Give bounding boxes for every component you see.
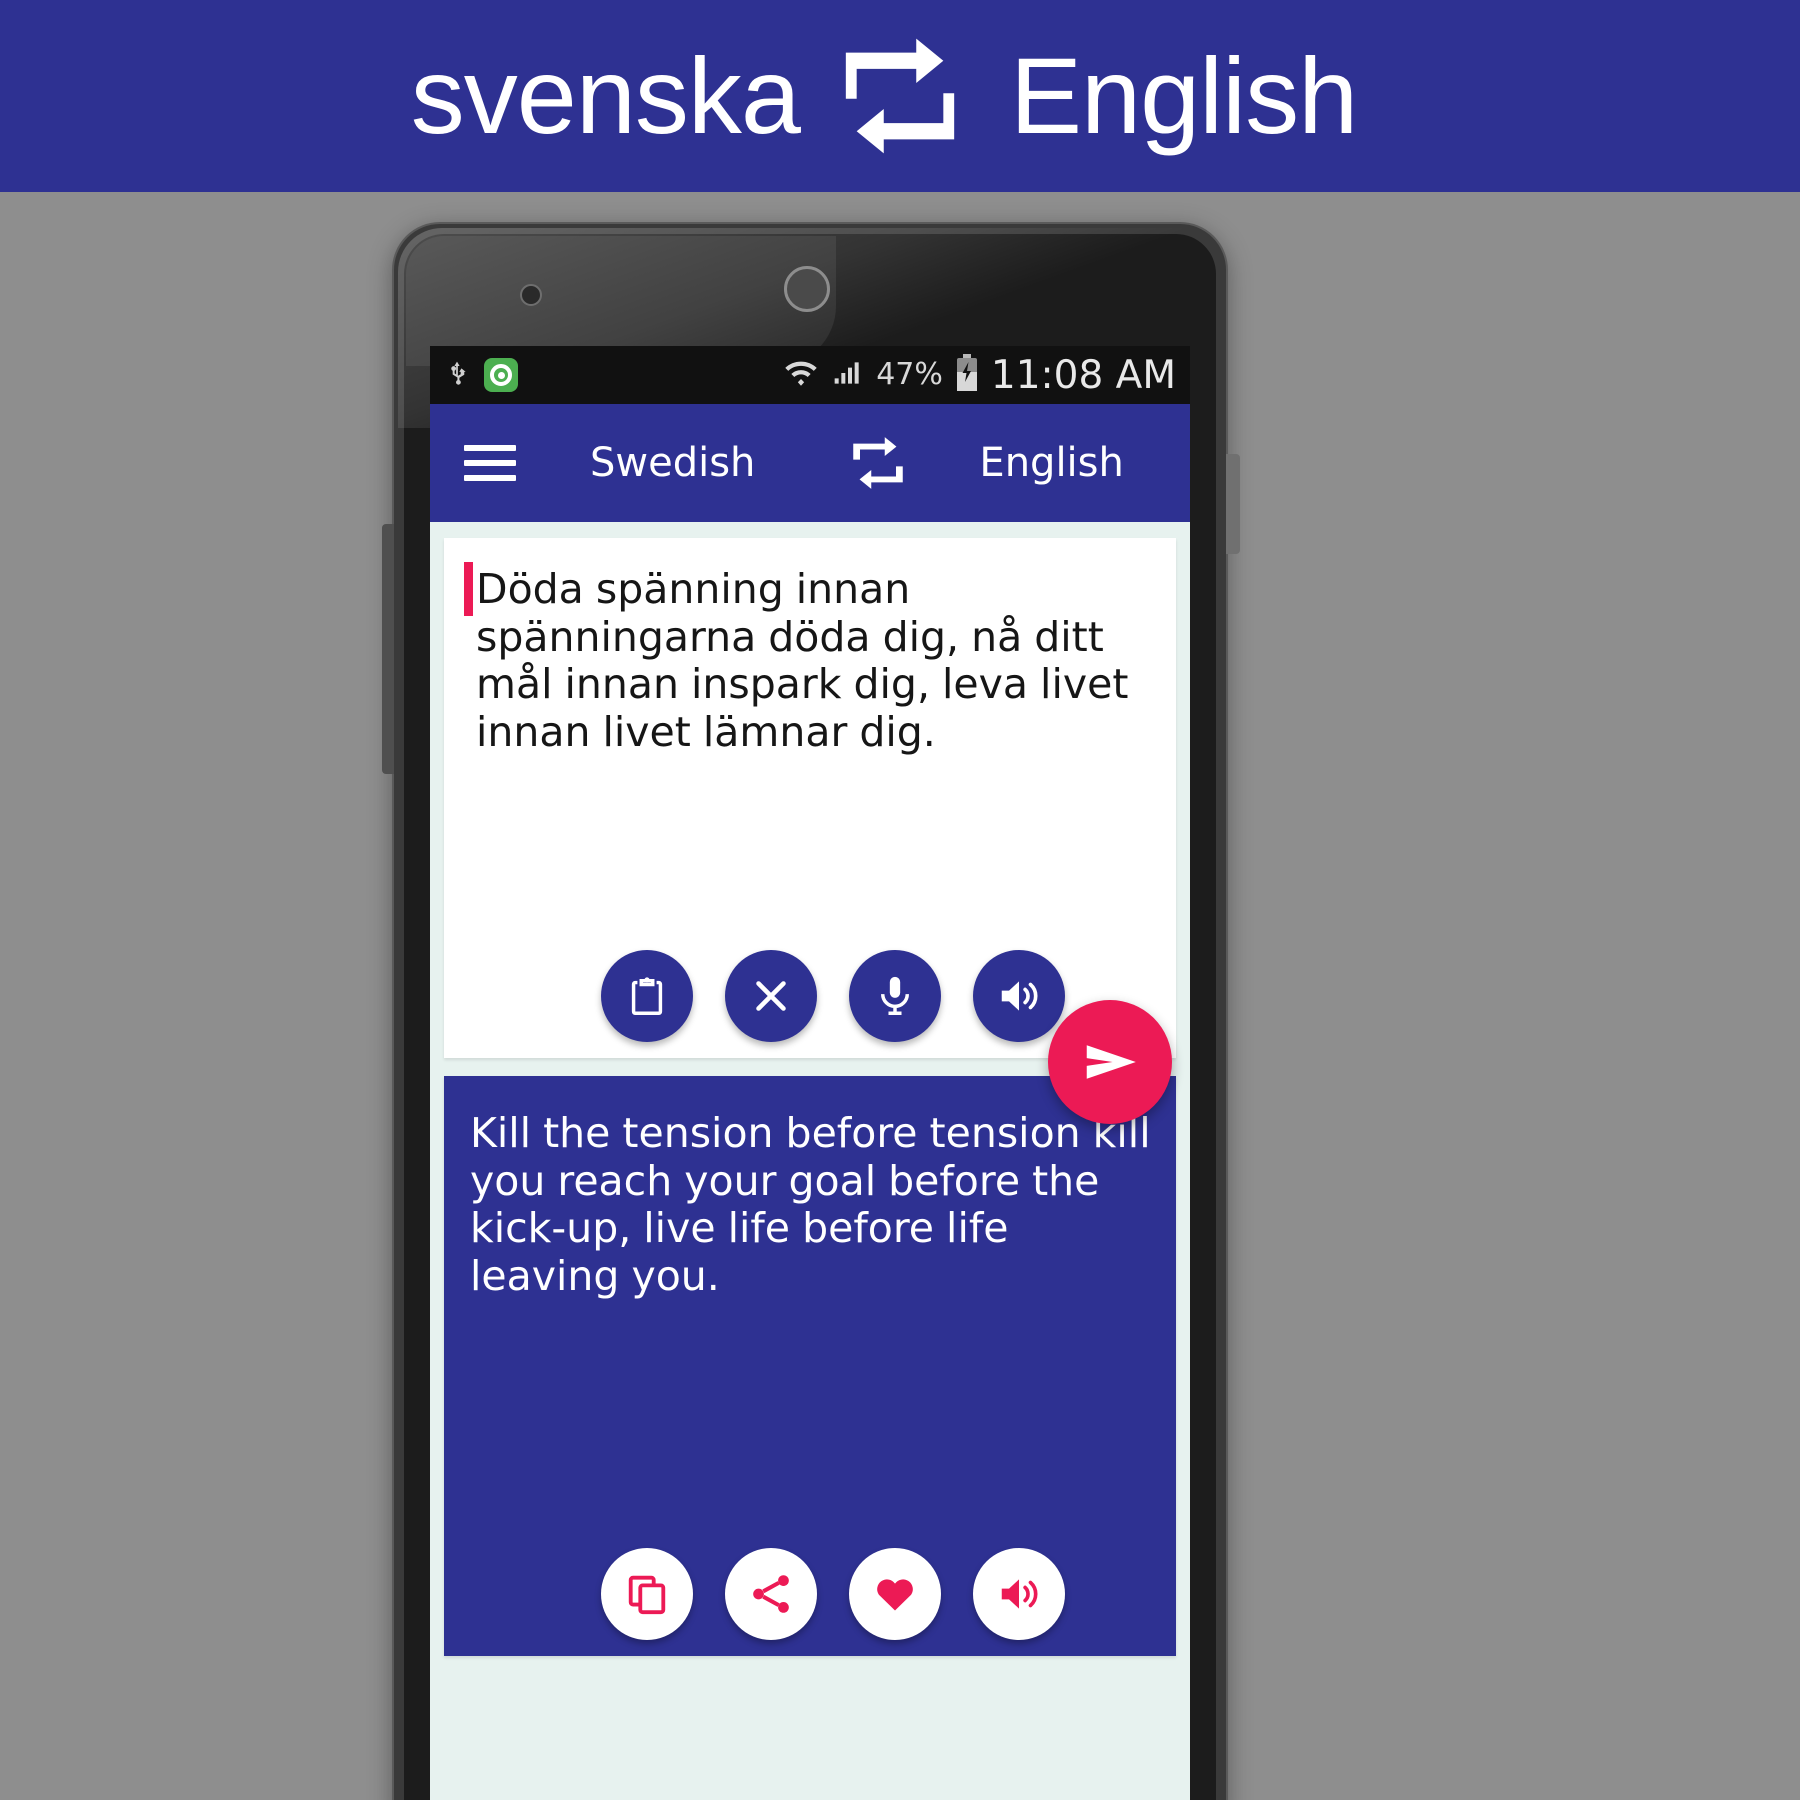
app-source-language-selector[interactable]: Swedish: [590, 440, 755, 486]
cellular-signal-icon: [831, 357, 865, 393]
power-side-button[interactable]: [1226, 454, 1240, 554]
translation-text-card: Kill the tension before tension kill you…: [444, 1076, 1176, 1656]
share-icon: [753, 1575, 789, 1613]
status-bar: 47% 11:08 AM: [430, 346, 1190, 404]
app-bar: Swedish English: [430, 404, 1190, 522]
wifi-icon: [782, 356, 820, 394]
clipboard-icon: [631, 977, 663, 1015]
microphone-button[interactable]: [849, 950, 941, 1042]
source-panel: Döda spänning innan spänningarna döda di…: [430, 522, 1190, 1058]
banner-swap-icon: [800, 31, 1000, 161]
panel-bottom-spacer: [444, 1656, 1176, 1678]
gps-location-icon: [484, 358, 518, 392]
translated-text: Kill the tension before tension kill you…: [470, 1109, 1151, 1300]
volume-side-button[interactable]: [382, 524, 394, 774]
earpiece-speaker: [784, 266, 830, 312]
heart-icon: [877, 1579, 913, 1611]
app-target-language-selector[interactable]: English: [979, 440, 1123, 486]
target-panel: Kill the tension before tension kill you…: [430, 1000, 1190, 1678]
hamburger-menu-icon[interactable]: [464, 445, 516, 481]
speak-target-button[interactable]: [973, 1548, 1065, 1640]
volume-icon: [1001, 1579, 1038, 1609]
source-text-input[interactable]: Döda spänning innan spänningarna döda di…: [466, 565, 1154, 756]
battery-charging-icon: [954, 354, 980, 396]
usb-icon: [444, 355, 470, 395]
send-translate-button[interactable]: [1048, 1000, 1172, 1124]
text-cursor: [464, 562, 473, 616]
share-button[interactable]: [725, 1548, 817, 1640]
top-banner: svenska English: [0, 0, 1800, 192]
target-action-buttons: [444, 1548, 1176, 1640]
copy-button[interactable]: [601, 1548, 693, 1640]
phone-mockup: 47% 11:08 AM Swedish English Döda spänni…: [382, 222, 1240, 1800]
speak-source-button[interactable]: [973, 950, 1065, 1042]
clear-button[interactable]: [725, 950, 817, 1042]
close-x-icon: [756, 981, 786, 1011]
source-text-card: Döda spänning innan spänningarna döda di…: [444, 538, 1176, 1058]
battery-percent-label: 47%: [876, 357, 943, 392]
volume-icon: [1001, 981, 1038, 1011]
copy-icon: [628, 1575, 666, 1615]
microphone-icon: [881, 976, 909, 1015]
banner-source-language: svenska: [410, 35, 801, 156]
send-arrow-icon: [1086, 1045, 1136, 1079]
phone-screen: 47% 11:08 AM Swedish English Döda spänni…: [430, 346, 1190, 1800]
paste-button[interactable]: [601, 950, 693, 1042]
favorite-button[interactable]: [849, 1548, 941, 1640]
banner-target-language: English: [1010, 35, 1358, 156]
front-camera-icon: [520, 284, 542, 306]
status-bar-time: 11:08 AM: [990, 352, 1176, 398]
swap-languages-icon[interactable]: [851, 436, 905, 490]
